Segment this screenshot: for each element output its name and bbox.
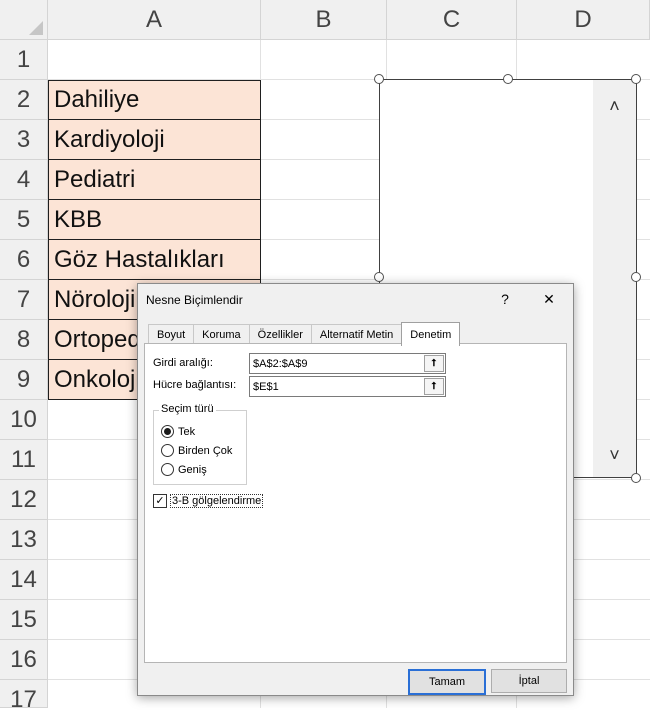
tab-alt-text[interactable]: Alternatif Metin <box>310 324 403 345</box>
tab-control[interactable]: Denetim <box>401 322 461 346</box>
dialog-tabs: Boyut Koruma Özellikler Alternatif Metin… <box>148 322 461 346</box>
row-header-12[interactable]: 12 <box>0 480 48 520</box>
checkmark-icon: ✓ <box>153 494 167 508</box>
radio-multi[interactable]: Birden Çok <box>161 444 232 457</box>
format-object-dialog: Nesne Biçimlendir ? ✕ Boyut Koruma Özell… <box>137 283 574 696</box>
row-header-16[interactable]: 16 <box>0 640 48 680</box>
column-header-a[interactable]: A <box>48 0 261 40</box>
row-header-10[interactable]: 10 <box>0 400 48 440</box>
select-all-corner[interactable] <box>0 0 48 40</box>
radio-single-label: Tek <box>178 425 196 438</box>
row-header-9[interactable]: 9 <box>0 360 48 400</box>
row-header-17[interactable]: 17 <box>0 680 48 713</box>
close-button[interactable]: ✕ <box>535 288 563 310</box>
radio-single[interactable]: Tek <box>161 425 195 438</box>
list-box-scrollbar[interactable]: ˄ ˅ <box>593 80 636 477</box>
dialog-title: Nesne Biçimlendir <box>146 293 243 307</box>
input-range-field[interactable]: $A$2:$A$9 ⭡ <box>249 353 446 374</box>
radio-multi-label: Birden Çok <box>178 444 233 457</box>
cell-a6[interactable]: Göz Hastalıkları <box>48 240 261 280</box>
control-tab-panel: Girdi aralığı: $A$2:$A$9 ⭡ Hücre bağlant… <box>144 343 567 663</box>
radio-icon <box>161 463 174 476</box>
radio-selected-icon <box>161 425 174 438</box>
row-header-8[interactable]: 8 <box>0 320 48 360</box>
tab-protection[interactable]: Koruma <box>193 324 250 345</box>
column-header-d[interactable]: D <box>517 0 650 40</box>
resize-handle-bottom-right[interactable] <box>631 473 641 483</box>
cell-a5[interactable]: KBB <box>48 200 261 240</box>
cell-a3[interactable]: Kardiyoloji <box>48 120 261 160</box>
cancel-button[interactable]: İptal <box>491 669 567 693</box>
collapse-dialog-icon[interactable]: ⭡ <box>424 378 444 395</box>
column-header-b[interactable]: B <box>261 0 387 40</box>
cell-link-value: $E$1 <box>253 380 279 393</box>
resize-handle-right[interactable] <box>631 272 641 282</box>
resize-handle-top-right[interactable] <box>631 74 641 84</box>
row-header-3[interactable]: 3 <box>0 120 48 160</box>
shading-checkbox[interactable]: ✓ 3-B gölgelendirme <box>153 494 264 508</box>
row-header-5[interactable]: 5 <box>0 200 48 240</box>
row-header-1[interactable]: 1 <box>0 40 48 80</box>
resize-handle-top-left[interactable] <box>374 74 384 84</box>
tab-size[interactable]: Boyut <box>148 324 195 345</box>
radio-icon <box>161 444 174 457</box>
input-range-label: Girdi aralığı: <box>153 357 213 369</box>
select-all-triangle <box>29 21 43 35</box>
cell-a4[interactable]: Pediatri <box>48 160 261 200</box>
scroll-down-arrow-icon[interactable]: ˅ <box>593 435 636 475</box>
row-header-2[interactable]: 2 <box>0 80 48 120</box>
ok-button[interactable]: Tamam <box>408 669 486 695</box>
input-range-value: $A$2:$A$9 <box>253 357 308 370</box>
row-header-4[interactable]: 4 <box>0 160 48 200</box>
radio-extend-label: Geniş <box>178 463 207 476</box>
row-header-15[interactable]: 15 <box>0 600 48 640</box>
row-header-11[interactable]: 11 <box>0 440 48 480</box>
shading-label: 3-B gölgelendirme <box>170 494 264 508</box>
resize-handle-top[interactable] <box>503 74 513 84</box>
column-header-c[interactable]: C <box>387 0 517 40</box>
row-header-13[interactable]: 13 <box>0 520 48 560</box>
tab-properties[interactable]: Özellikler <box>248 324 312 345</box>
resize-handle-left[interactable] <box>374 272 384 282</box>
row-header-14[interactable]: 14 <box>0 560 48 600</box>
row-header-7[interactable]: 7 <box>0 280 48 320</box>
cell-link-field[interactable]: $E$1 ⭡ <box>249 376 446 397</box>
help-button[interactable]: ? <box>491 288 519 310</box>
cell-a2[interactable]: Dahiliye <box>48 80 261 120</box>
row-header-6[interactable]: 6 <box>0 240 48 280</box>
collapse-dialog-icon[interactable]: ⭡ <box>424 355 444 372</box>
radio-extend[interactable]: Geniş <box>161 463 207 476</box>
cell-link-label: Hücre bağlantısı: <box>153 379 237 391</box>
selection-type-title: Seçim türü <box>159 403 216 415</box>
scroll-up-arrow-icon[interactable]: ˄ <box>593 86 636 126</box>
